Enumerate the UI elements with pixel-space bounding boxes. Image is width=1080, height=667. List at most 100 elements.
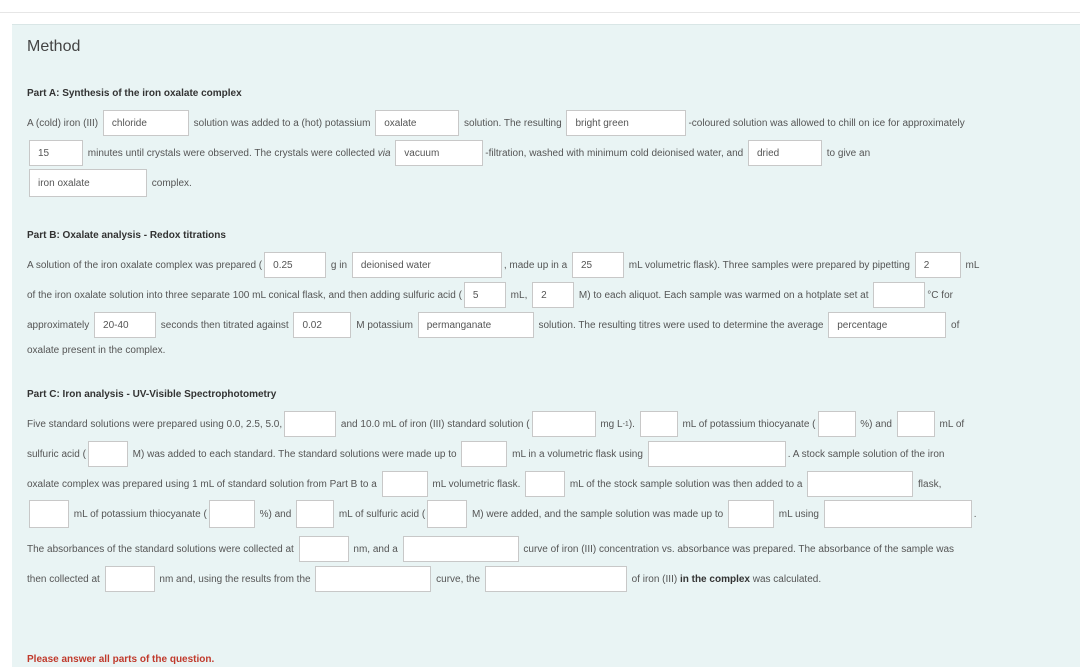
sample-acid-concentration-input[interactable]: [427, 500, 468, 528]
hotplate-temperature-input[interactable]: [873, 282, 926, 308]
part-a-line-1: A (cold) iron (III) solution was added t…: [27, 108, 1080, 138]
text: mL,: [507, 289, 531, 301]
sample-diluent-input[interactable]: [823, 500, 972, 528]
text: oxalate present in the complex.: [27, 344, 166, 356]
sample-thiocyanate-volume-input[interactable]: [29, 500, 69, 528]
text: approximately: [27, 319, 93, 331]
acid-concentration-input[interactable]: [532, 282, 575, 308]
part-c-line-5: The absorbances of the standard solution…: [27, 534, 1080, 564]
text: mL of: [936, 418, 965, 430]
text: of the iron oxalate solution into three …: [27, 289, 462, 301]
part-c-line-2: sulfuric acid ( M) was added to each sta…: [27, 439, 1080, 469]
text: M) was added to each standard. The stand…: [129, 448, 460, 460]
text: minutes until crystals were observed. Th…: [85, 147, 378, 159]
text: mL: [962, 259, 980, 271]
text: M) to each aliquot. Each sample was warm…: [576, 289, 872, 301]
standard-diluent-input[interactable]: [647, 441, 786, 467]
text: mg L: [597, 418, 623, 430]
text: A (cold) iron (III): [27, 117, 101, 129]
text: and 10.0 mL of iron (III) standard solut…: [338, 418, 530, 430]
standard-wavelength-input[interactable]: [298, 536, 349, 562]
page-title: Method: [27, 38, 81, 55]
text: sulfuric acid (: [27, 448, 86, 460]
drying-input[interactable]: [747, 140, 822, 166]
part-a-line-3: complex.: [27, 168, 1080, 198]
text: , made up in a: [503, 259, 570, 271]
titrant-input[interactable]: [417, 312, 534, 338]
part-c-line-3: oxalate complex was prepared using 1 mL …: [27, 469, 1080, 499]
text: was calculated.: [749, 573, 822, 585]
sample-flask-input[interactable]: [807, 471, 914, 497]
text: curve of iron (III) concentration vs. ab…: [520, 543, 955, 555]
standard-concentration-input[interactable]: [531, 411, 596, 437]
text: Five standard solutions were prepared us…: [27, 418, 283, 430]
standard-volume-input[interactable]: [284, 411, 337, 437]
part-b-line-2: of the iron oxalate solution into three …: [27, 280, 1080, 310]
text: seconds then titrated against: [158, 319, 292, 331]
text: mL of potassium thiocyanate (: [71, 508, 207, 520]
iron-salt-input[interactable]: [102, 110, 189, 136]
text: mL in a volumetric flask using: [509, 448, 646, 460]
solvent-input[interactable]: [351, 252, 502, 278]
part-b-line-3: approximately seconds then titrated agai…: [27, 310, 1080, 340]
text: M) were added, and the sample solution w…: [469, 508, 726, 520]
text: ).: [628, 418, 638, 430]
time-range-input[interactable]: [94, 312, 157, 338]
filtration-type-input[interactable]: [395, 140, 484, 166]
text: %) and: [857, 418, 895, 430]
part-c-line-1: Five standard solutions were prepared us…: [27, 409, 1080, 439]
text: M potassium: [353, 319, 416, 331]
part-b-line-4: oxalate present in the complex.: [27, 342, 1080, 358]
results-curve-input[interactable]: [315, 566, 432, 592]
standard-makeup-volume-input[interactable]: [461, 441, 508, 467]
part-b-line-1: A solution of the iron oxalate complex w…: [27, 250, 1080, 280]
text: .: [973, 508, 977, 520]
text: flask,: [915, 478, 942, 490]
text: mL using: [775, 508, 822, 520]
text: -filtration, washed with minimum cold de…: [485, 147, 746, 159]
part-a-heading: Part A: Synthesis of the iron oxalate co…: [27, 88, 242, 99]
text: The absorbances of the standard solution…: [27, 543, 297, 555]
iron-quantity-input[interactable]: [484, 566, 627, 592]
part-c-heading: Part C: Iron analysis - UV-Visible Spect…: [27, 389, 277, 400]
flask-volume-input[interactable]: [571, 252, 624, 278]
text: solution. The resulting: [461, 117, 565, 129]
text: mL of sulfuric acid (: [336, 508, 426, 520]
stock-aliquot-volume-input[interactable]: [525, 471, 566, 497]
sample-wavelength-input[interactable]: [104, 566, 155, 592]
validation-message: Please answer all parts of the question.: [27, 654, 215, 665]
sample-thiocyanate-percent-input[interactable]: [208, 500, 255, 528]
text: oxalate complex was prepared using 1 mL …: [27, 478, 380, 490]
stock-flask-volume-input[interactable]: [381, 471, 428, 497]
thiocyanate-volume-input[interactable]: [639, 411, 678, 437]
potassium-salt-input[interactable]: [375, 110, 460, 136]
pipette-volume-input[interactable]: [914, 252, 961, 278]
sample-makeup-volume-input[interactable]: [727, 500, 774, 528]
text: mL of the stock sample solution was then…: [567, 478, 806, 490]
text: mL volumetric flask). Three samples were…: [625, 259, 913, 271]
thiocyanate-percent-input[interactable]: [817, 411, 856, 437]
text: mL of potassium thiocyanate (: [679, 418, 816, 430]
mass-input[interactable]: [264, 252, 327, 278]
sulfuric-acid-volume-input[interactable]: [896, 411, 935, 437]
chill-minutes-input[interactable]: [29, 140, 83, 166]
product-input[interactable]: [29, 169, 147, 197]
text: then collected at: [27, 573, 103, 585]
sulfuric-acid-concentration-input[interactable]: [87, 441, 128, 467]
acid-volume-input[interactable]: [463, 282, 506, 308]
part-a-line-2: minutes until crystals were observed. Th…: [27, 138, 1080, 168]
top-bar: [0, 0, 1080, 13]
result-type-input[interactable]: [828, 312, 947, 338]
text: of: [948, 319, 960, 331]
text: to give an: [823, 147, 871, 159]
text: of iron (III): [628, 573, 680, 585]
curve-type-input[interactable]: [402, 536, 519, 562]
text: %) and: [256, 508, 295, 520]
text: solution. The resulting titres were used…: [535, 319, 827, 331]
titrant-concentration-input[interactable]: [293, 312, 352, 338]
text: solution was added to a (hot) potassium: [190, 117, 374, 129]
text: mL volumetric flask.: [429, 478, 524, 490]
colour-input[interactable]: [566, 110, 687, 136]
method-panel: Method Part A: Synthesis of the iron oxa…: [12, 24, 1080, 667]
sample-acid-volume-input[interactable]: [296, 500, 335, 528]
